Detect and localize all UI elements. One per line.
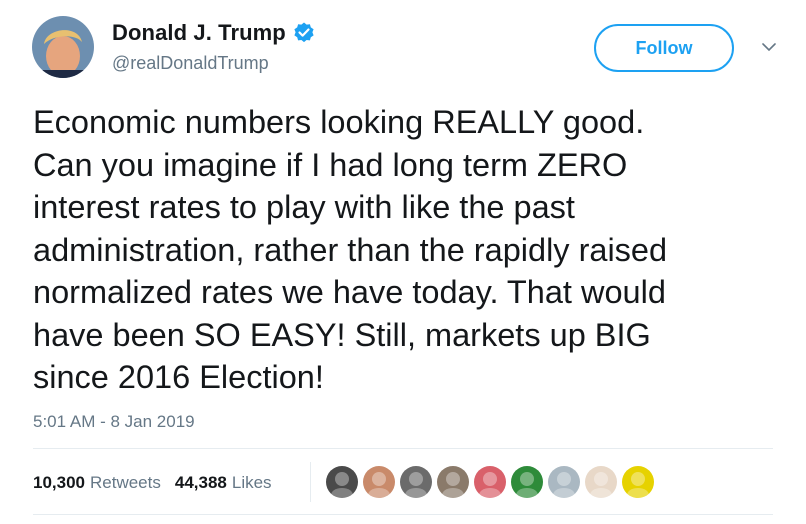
author-display-name[interactable]: Donald J. Trump [112,20,316,46]
liker-avatar-7[interactable] [548,466,580,498]
retweets-stat[interactable]: 10,300 Retweets [33,473,161,493]
avatar-face-icon [335,472,349,486]
follow-button[interactable]: Follow [594,24,734,72]
avatar-body-icon [553,488,575,498]
avatar-face-icon [483,472,497,486]
liker-avatar-1[interactable] [326,466,358,498]
avatar-body-icon [368,488,390,498]
chevron-down-icon[interactable] [760,40,778,54]
author-avatar[interactable] [32,16,94,78]
avatar-face-icon [409,472,423,486]
avatar-body-icon [627,488,649,498]
liker-avatar-8[interactable] [585,466,617,498]
retweets-count: 10,300 [33,473,85,492]
author-name-text: Donald J. Trump [112,20,286,45]
retweets-label: Retweets [90,473,161,492]
liker-avatar-3[interactable] [400,466,432,498]
avatar-body-icon [442,488,464,498]
avatar-face-icon [594,472,608,486]
stats-separator [310,462,311,502]
avatar-face-icon [372,472,386,486]
liker-avatar-5[interactable] [474,466,506,498]
avatar-face-icon [520,472,534,486]
avatar-body-icon [590,488,612,498]
profile-photo-icon [32,16,94,78]
likes-label: Likes [231,473,272,492]
avatar-face-icon [631,472,645,486]
liker-avatar-2[interactable] [363,466,395,498]
likes-stat[interactable]: 44,388 Likes [175,473,272,493]
liker-avatar-4[interactable] [437,466,469,498]
liker-avatar-9[interactable] [622,466,654,498]
verified-badge-icon [292,21,316,45]
avatar-body-icon [405,488,427,498]
divider [33,514,773,515]
avatar-face-icon [446,472,460,486]
avatar-face-icon [557,472,571,486]
avatar-body-icon [516,488,538,498]
tweet-stats: 10,300 Retweets 44,388 Likes [33,473,286,493]
avatar-body-icon [479,488,501,498]
divider [33,448,773,449]
liker-avatars [326,466,659,498]
likes-count: 44,388 [174,473,227,492]
tweet-timestamp[interactable]: 5:01 AM - 8 Jan 2019 [33,412,195,432]
author-handle[interactable]: @realDonaldTrump [112,53,269,74]
avatar-body-icon [331,488,353,498]
tweet-text: Economic numbers looking REALLY good. Ca… [33,104,668,395]
liker-avatar-6[interactable] [511,466,543,498]
